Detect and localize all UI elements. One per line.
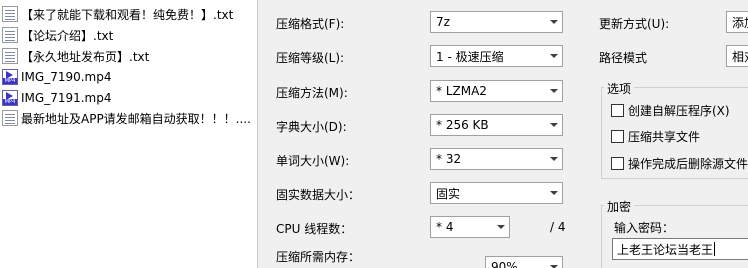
update-mode-select[interactable]: 添加 bbox=[726, 11, 748, 33]
checkbox-box[interactable] bbox=[611, 157, 624, 170]
password-input[interactable]: 上老王论坛当老王 bbox=[612, 238, 748, 260]
solid-size-label: 固实数据大小： bbox=[276, 188, 361, 202]
word-size-select[interactable]: * 32 bbox=[430, 148, 563, 170]
txt-file-icon bbox=[2, 6, 18, 22]
create-sfx-checkbox[interactable]: 创建自解压程序(X) bbox=[611, 102, 730, 119]
options-group-title: 选项 bbox=[604, 80, 635, 97]
level-select[interactable]: 1 - 极速压缩 bbox=[430, 45, 563, 67]
list-item[interactable]: 最新地址及APP请发邮箱自动获取！！！.... bbox=[0, 108, 257, 128]
file-list: 【来了就能下载和观看！纯免费！】.txt 【论坛介绍】.txt 【永久地址发布页… bbox=[0, 0, 258, 268]
checkbox-box[interactable] bbox=[611, 130, 624, 143]
word-size-label: 单词大小(W): bbox=[276, 154, 350, 168]
list-item[interactable]: MP4 IMG_7190.mp4 bbox=[0, 67, 257, 87]
password-label: 输入密码： bbox=[614, 221, 675, 235]
cpu-threads-select[interactable]: * 4 bbox=[430, 216, 510, 238]
chevron-down-icon bbox=[546, 12, 562, 32]
chevron-down-icon bbox=[546, 115, 562, 135]
chevron-down-icon bbox=[546, 183, 562, 203]
list-item[interactable]: 【永久地址发布页】.txt bbox=[0, 46, 257, 66]
dictionary-select[interactable]: * 256 KB bbox=[430, 114, 563, 136]
txt-file-icon bbox=[2, 48, 18, 64]
solid-size-select[interactable]: 固实 bbox=[430, 182, 563, 204]
list-item[interactable]: 【来了就能下载和观看！纯免费！】.txt bbox=[0, 4, 257, 24]
compress-shared-checkbox[interactable]: 压缩共享文件 bbox=[611, 128, 700, 145]
path-mode-label: 路径模式 bbox=[599, 51, 648, 65]
cpu-threads-label: CPU 线程数： bbox=[276, 222, 353, 236]
encryption-group-title: 加密 bbox=[604, 198, 635, 215]
list-item[interactable]: MP4 IMG_7191.mp4 bbox=[0, 88, 257, 108]
delete-after-checkbox[interactable]: 操作完成后删除源文件 bbox=[611, 155, 748, 172]
mp4-file-icon: MP4 bbox=[2, 90, 18, 106]
format-select[interactable]: 7z bbox=[430, 11, 563, 33]
checkbox-box[interactable] bbox=[611, 104, 624, 117]
txt-file-icon bbox=[2, 27, 18, 43]
path-mode-select[interactable]: 相对 bbox=[726, 45, 748, 67]
txt-file-icon bbox=[2, 110, 18, 126]
update-mode-label: 更新方式(U): bbox=[599, 17, 670, 31]
chevron-down-icon bbox=[546, 46, 562, 66]
dictionary-label: 字典大小(D): bbox=[276, 120, 347, 134]
method-label: 压缩方法(M): bbox=[276, 86, 348, 100]
memory-label: 压缩所需内存： bbox=[276, 250, 361, 264]
mp4-file-icon: MP4 bbox=[2, 69, 18, 85]
method-select[interactable]: * LZMA2 bbox=[430, 80, 563, 102]
chevron-down-icon bbox=[546, 149, 562, 169]
list-item[interactable]: 【论坛介绍】.txt bbox=[0, 25, 257, 45]
chevron-down-icon bbox=[546, 257, 562, 268]
format-label: 压缩格式(F): bbox=[276, 17, 345, 31]
cpu-threads-max: / 4 bbox=[550, 220, 566, 234]
chevron-down-icon bbox=[493, 217, 509, 237]
memory-usage-select[interactable]: 90% bbox=[485, 256, 563, 268]
chevron-down-icon bbox=[546, 81, 562, 101]
level-label: 压缩等级(L): bbox=[276, 51, 345, 65]
